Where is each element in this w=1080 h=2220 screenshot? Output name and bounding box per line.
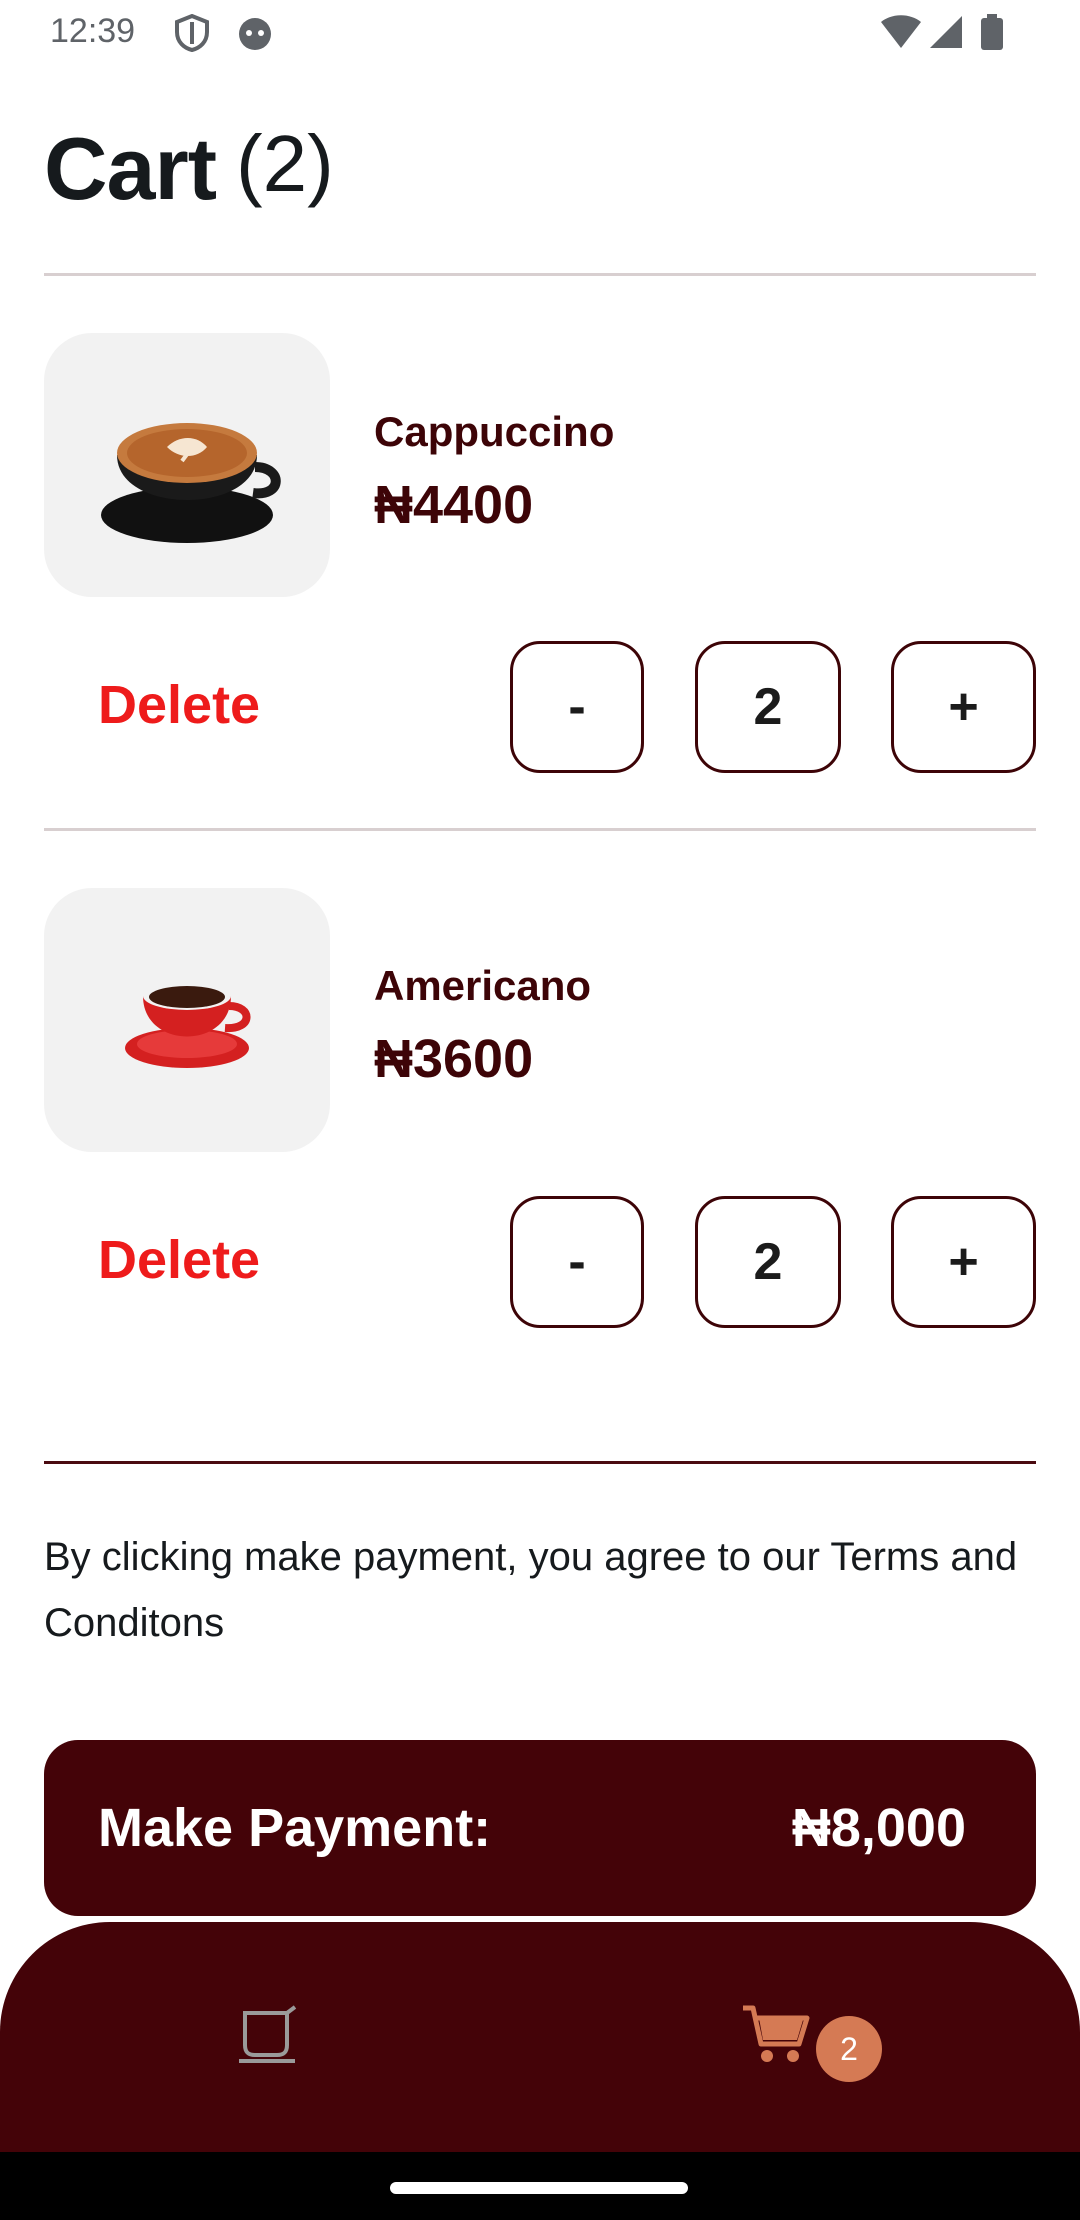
item-name: Cappuccino <box>374 408 615 455</box>
quantity-value: 2 <box>695 641 841 773</box>
signal-icon <box>928 14 964 55</box>
payment-label: Make Payment: <box>98 1798 492 1858</box>
terms-text: By clicking make payment, you agree to o… <box>44 1535 1018 1645</box>
cappuccino-image <box>44 333 330 597</box>
cart-icon <box>741 2004 811 2071</box>
status-bar: 12:39 <box>0 0 1080 66</box>
cart-badge: 2 <box>816 2016 882 2082</box>
page-title: Cart <box>44 119 217 218</box>
shield-icon <box>174 13 210 57</box>
status-time: 12:39 <box>50 12 136 50</box>
battery-icon <box>980 14 1004 55</box>
app-notification-icon <box>236 14 274 57</box>
payment-amount: ₦8,000 <box>791 1798 966 1858</box>
decrease-quantity-button[interactable]: - <box>510 1196 644 1328</box>
summary-divider <box>44 1461 1036 1464</box>
delete-button[interactable]: Delete <box>98 674 260 736</box>
cart-count: (2) <box>236 119 334 208</box>
nav-item-menu[interactable] <box>170 1922 370 2152</box>
home-handle[interactable] <box>390 2182 688 2194</box>
bottom-navigation <box>0 1922 1080 2152</box>
wifi-icon <box>880 14 922 55</box>
gesture-navigation-bar <box>0 2152 1080 2220</box>
increase-quantity-button[interactable]: + <box>891 1196 1036 1328</box>
header-divider <box>44 273 1036 276</box>
item-price: ₦3600 <box>374 1029 534 1089</box>
item-divider <box>44 828 1036 831</box>
item-price: ₦4400 <box>374 475 534 535</box>
decrease-quantity-button[interactable]: - <box>510 641 644 773</box>
item-name: Americano <box>374 962 592 1009</box>
quantity-value: 2 <box>695 1196 841 1328</box>
americano-image <box>44 888 330 1152</box>
make-payment-button[interactable]: Make Payment: ₦8,000 <box>44 1740 1036 1916</box>
coffee-cup-icon <box>237 2004 303 2070</box>
delete-button[interactable]: Delete <box>98 1229 260 1291</box>
increase-quantity-button[interactable]: + <box>891 641 1036 773</box>
cart-screen: 12:39 Cart (2) Cappuccino ₦4400 Delete -… <box>0 0 1080 2220</box>
